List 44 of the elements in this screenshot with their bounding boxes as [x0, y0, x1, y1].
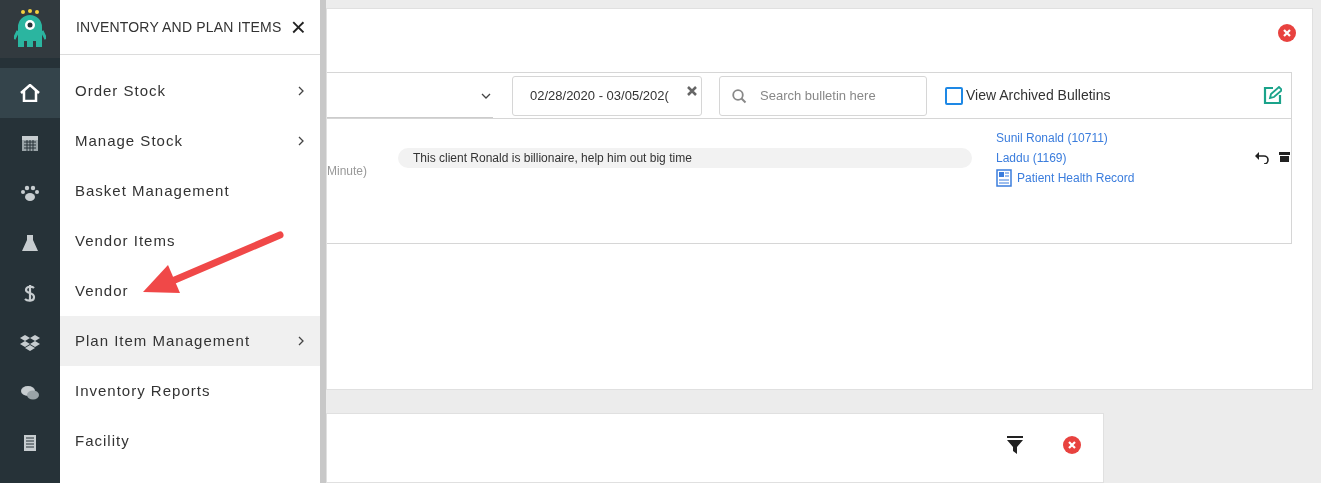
menu-item-label: Order Stock	[75, 80, 167, 101]
chevron-right-icon	[298, 336, 304, 346]
menu-item-label: Vendor	[75, 280, 129, 301]
sidebar-item[interactable]	[0, 68, 60, 118]
health-record-link[interactable]: Patient Health Record	[996, 169, 1196, 187]
undo-icon[interactable]	[1255, 152, 1269, 164]
close-icon[interactable]	[1278, 24, 1296, 42]
menu-item[interactable]: Plan Item Management	[60, 316, 320, 366]
calendar-icon	[21, 134, 39, 152]
paw-icon	[20, 184, 40, 202]
search-field[interactable]: Search bulletin here	[719, 75, 927, 116]
date-range-field[interactable]: 02/28/2020 - 03/05/202(	[512, 75, 702, 116]
dollar-icon	[24, 284, 36, 302]
menu-item-label: Facility	[75, 430, 130, 451]
flask-icon	[21, 234, 39, 252]
search-icon	[732, 88, 747, 104]
boxes-icon	[20, 334, 40, 352]
menu-item-label: Manage Stock	[75, 130, 183, 151]
filter-icon[interactable]	[1007, 436, 1023, 455]
home-icon	[20, 84, 40, 102]
chevron-down-icon	[481, 93, 491, 99]
chevron-right-icon	[298, 86, 304, 96]
checkbox-label: View Archived Bulletins	[966, 86, 1111, 105]
time-text: Minute)	[327, 163, 368, 180]
chevron-right-icon	[298, 136, 304, 146]
edit-icon[interactable]	[1263, 86, 1282, 105]
checkbox[interactable]	[945, 86, 963, 105]
archive-icon[interactable]	[1279, 152, 1290, 162]
menu-item-label: Vendor Items	[75, 230, 176, 251]
close-icon[interactable]	[1063, 436, 1081, 455]
menu-title: INVENTORY AND PLAN ITEMS	[76, 17, 282, 37]
record-card-icon	[996, 169, 1012, 187]
message-pill: This client Ronald is billionaire, help him out big time	[398, 148, 972, 168]
date-range-value: 02/28/2020 - 03/05/202(	[530, 86, 669, 105]
chat-icon	[20, 385, 40, 401]
client-link[interactable]: Sunil Ronald (10711)	[996, 129, 1196, 147]
clear-icon[interactable]	[687, 85, 697, 96]
menu-item-label: Basket Management	[75, 180, 230, 201]
menu-item-label: Inventory Reports	[75, 380, 211, 401]
close-button[interactable]: ×	[290, 14, 306, 40]
monster-logo-icon	[14, 9, 46, 49]
client-link[interactable]: Laddu (1169)	[996, 149, 1196, 167]
menu-item-label: Plan Item Management	[75, 330, 251, 351]
building-icon	[23, 434, 37, 452]
